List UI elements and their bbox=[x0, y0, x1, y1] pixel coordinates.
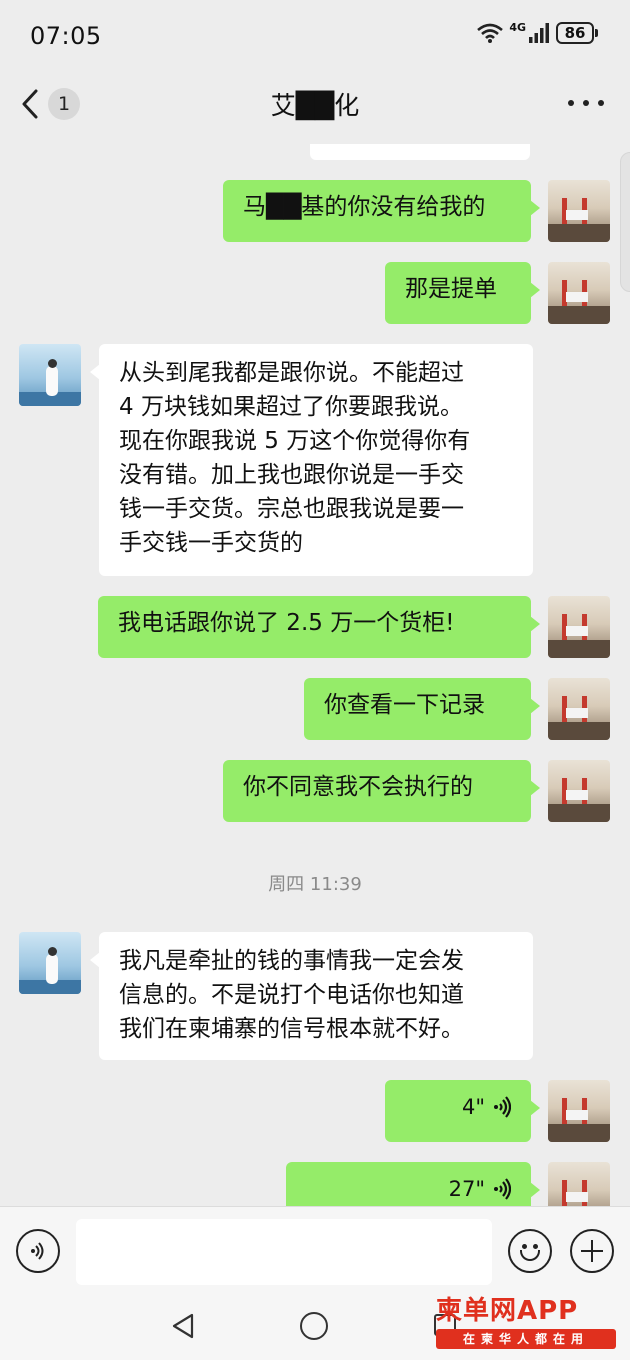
message-text: 你查看一下记录 bbox=[324, 692, 485, 718]
battery-icon: 86 bbox=[556, 22, 598, 44]
nav-home-icon[interactable] bbox=[300, 1312, 328, 1340]
message-bubble-sent[interactable]: 那是提单 bbox=[385, 262, 540, 324]
status-bar: 07:05 4G 86 bbox=[0, 0, 630, 72]
message-line: 信息的。不是说打个电话你也知道 bbox=[119, 982, 464, 1008]
contact-avatar[interactable] bbox=[19, 932, 81, 994]
voice-message-bubble[interactable]: 27" bbox=[286, 1162, 540, 1206]
self-avatar[interactable] bbox=[548, 180, 610, 242]
self-avatar[interactable] bbox=[548, 596, 610, 658]
message-bubble-sent[interactable]: 你不同意我不会执行的 bbox=[223, 760, 540, 822]
voice-duration: 27" bbox=[448, 1177, 485, 1201]
message-line: 从头到尾我都是跟你说。不能超过 bbox=[119, 360, 464, 386]
battery-level: 86 bbox=[556, 22, 594, 44]
self-avatar[interactable] bbox=[548, 678, 610, 740]
chat-title: 艾██化 bbox=[270, 91, 360, 120]
wifi-icon bbox=[477, 23, 504, 43]
emoji-icon[interactable] bbox=[508, 1229, 552, 1273]
message-line: 我凡是牵扯的钱的事情我一定会发 bbox=[119, 948, 464, 974]
self-avatar[interactable] bbox=[548, 262, 610, 324]
voice-wave-icon bbox=[493, 1095, 511, 1119]
message-line: 没有错。加上我也跟你说是一手交 bbox=[119, 462, 464, 488]
scroll-handle[interactable] bbox=[620, 152, 630, 292]
message-list[interactable]: 马██基的你没有给我的 那是提单 从头到尾我都是跟你说。不能超过 4 万块钱如果… bbox=[0, 144, 630, 1206]
self-avatar[interactable] bbox=[548, 1162, 610, 1206]
more-icon[interactable] bbox=[568, 88, 604, 118]
contact-avatar[interactable] bbox=[19, 344, 81, 406]
message-timestamp: 周四 11:39 bbox=[268, 874, 362, 895]
watermark-logo: 柬单网APP 在柬华人都在用 bbox=[436, 1290, 620, 1350]
message-bubble-sent[interactable]: 我电话跟你说了 2.5 万一个货柜! bbox=[98, 596, 540, 658]
nav-back-icon[interactable] bbox=[170, 1312, 196, 1344]
message-line: 钱一手交货。宗总也跟我说是要一 bbox=[119, 496, 464, 522]
signal-icon bbox=[528, 23, 550, 43]
plus-icon[interactable] bbox=[570, 1229, 614, 1273]
message-text: 你不同意我不会执行的 bbox=[243, 774, 473, 800]
status-icons: 4G 86 bbox=[477, 20, 598, 44]
self-avatar[interactable] bbox=[548, 1080, 610, 1142]
voice-duration: 4" bbox=[461, 1095, 485, 1119]
message-bubble-received[interactable]: 我凡是牵扯的钱的事情我一定会发 信息的。不是说打个电话你也知道 我们在柬埔寨的信… bbox=[90, 932, 533, 1060]
message-text: 那是提单 bbox=[405, 276, 497, 302]
message-input[interactable] bbox=[76, 1219, 492, 1285]
chat-header: 1 艾██化 bbox=[0, 72, 630, 144]
network-label: 4G bbox=[509, 20, 526, 34]
file-card-partial[interactable] bbox=[310, 144, 530, 160]
message-line: 现在你跟我说 5 万这个你觉得你有 bbox=[119, 428, 471, 454]
watermark-title: 柬单网APP bbox=[436, 1296, 579, 1326]
voice-input-icon[interactable] bbox=[16, 1229, 60, 1273]
message-bubble-received[interactable]: 从头到尾我都是跟你说。不能超过 4 万块钱如果超过了你要跟我说。 现在你跟我说 … bbox=[90, 344, 533, 576]
watermark-tagline: 在柬华人都在用 bbox=[436, 1329, 616, 1349]
voice-message-bubble[interactable]: 4" bbox=[385, 1080, 540, 1142]
status-time: 07:05 bbox=[30, 22, 102, 50]
self-avatar[interactable] bbox=[548, 760, 610, 822]
message-text: 我电话跟你说了 2.5 万一个货柜! bbox=[118, 610, 455, 636]
input-bar bbox=[0, 1206, 630, 1296]
message-line: 我们在柬埔寨的信号根本就不好。 bbox=[119, 1016, 464, 1042]
message-text: 马██基的你没有给我的 bbox=[243, 194, 486, 220]
message-line: 手交钱一手交货的 bbox=[119, 530, 303, 556]
message-bubble-sent[interactable]: 马██基的你没有给我的 bbox=[223, 180, 540, 242]
message-bubble-sent[interactable]: 你查看一下记录 bbox=[304, 678, 540, 740]
voice-wave-icon bbox=[493, 1177, 511, 1201]
message-line: 4 万块钱如果超过了你要跟我说。 bbox=[119, 394, 463, 420]
